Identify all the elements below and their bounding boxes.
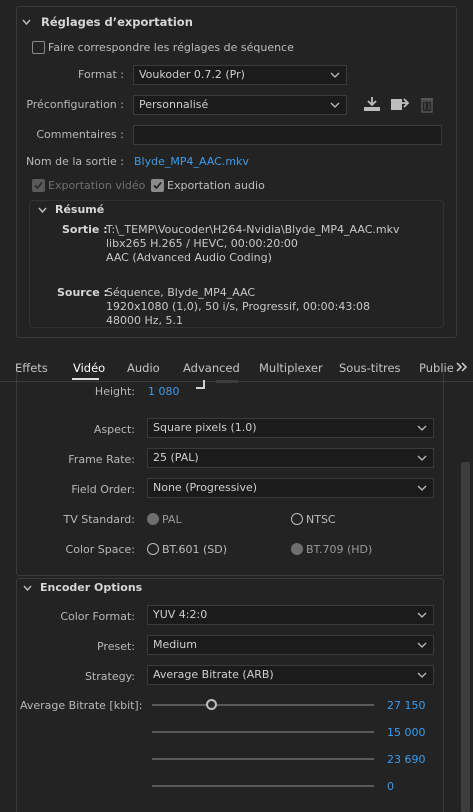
strategy-label: Strategy:	[84, 670, 135, 683]
frame-rate-label: Frame Rate:	[68, 453, 135, 466]
color-space-label: Color Space:	[65, 543, 135, 556]
export-video-label: Exportation vidéo	[48, 179, 146, 192]
summary-output-label: Sortie :	[62, 223, 108, 236]
save-preset-icon[interactable]	[363, 96, 381, 112]
chevron-down-icon	[417, 642, 427, 648]
summary-title[interactable]: Résumé	[55, 203, 104, 216]
encoder-options-title[interactable]: Encoder Options	[40, 581, 142, 594]
bitrate-slider-3[interactable]	[152, 758, 374, 760]
cs-601-radio[interactable]	[147, 543, 159, 555]
strategy-value: Average Bitrate (ARB)	[153, 668, 274, 681]
chevron-down-icon	[330, 72, 340, 78]
summary-output-line: AAC (Advanced Audio Coding)	[106, 251, 272, 264]
export-audio-checkbox[interactable]	[151, 179, 164, 192]
bitrate-slider-2-value[interactable]: 15 000	[387, 726, 426, 739]
comments-field[interactable]	[133, 125, 442, 145]
summary-source-line: Séquence, Blyde_MP4_AAC	[106, 286, 256, 299]
cs-709-radio[interactable]	[291, 543, 303, 555]
tv-pal-radio[interactable]	[147, 513, 159, 525]
output-name-link[interactable]: Blyde_MP4_AAC.mkv	[134, 155, 249, 168]
output-name-label: Nom de la sortie :	[25, 155, 124, 168]
bitrate-slider-2[interactable]	[152, 731, 374, 733]
avg-bitrate-slider-thumb[interactable]	[206, 699, 217, 710]
avg-bitrate-label: Average Bitrate [kbit]:	[20, 699, 143, 712]
height-label: Height:	[94, 385, 135, 398]
field-order-value: None (Progressive)	[153, 481, 258, 494]
summary-source-line: 48000 Hz, 5.1	[106, 314, 184, 327]
height-value[interactable]: 1 080	[148, 385, 180, 398]
preset-label: Préconfiguration :	[26, 98, 124, 111]
color-format-dropdown[interactable]: YUV 4:2:0	[147, 605, 434, 625]
encoder-preset-value: Medium	[153, 638, 197, 651]
chevron-down-icon[interactable]	[22, 18, 31, 27]
match-sequence-label[interactable]: Faire correspondre les réglages de séque…	[48, 41, 294, 54]
aspect-label: Aspect:	[93, 423, 135, 436]
scrollbar-thumb[interactable]	[461, 462, 470, 812]
cs-709-label[interactable]: BT.709 (HD)	[306, 543, 372, 556]
aspect-dropdown[interactable]: Square pixels (1.0)	[147, 418, 434, 438]
aspect-value: Square pixels (1.0)	[153, 421, 257, 434]
chevron-down-icon	[417, 455, 427, 461]
avg-bitrate-value[interactable]: 27 150	[387, 699, 426, 712]
cs-601-label[interactable]: BT.601 (SD)	[162, 543, 227, 556]
format-dropdown[interactable]: Voukoder 0.7.2 (Pr)	[133, 65, 347, 85]
chevron-down-icon	[417, 672, 427, 678]
match-sequence-checkbox[interactable]	[32, 41, 45, 54]
tv-ntsc-radio[interactable]	[291, 513, 303, 525]
link-bracket-icon	[196, 380, 205, 389]
preset-value: Personnalisé	[139, 98, 209, 111]
preset-dropdown[interactable]: Personnalisé	[133, 95, 347, 115]
encoder-preset-dropdown[interactable]: Medium	[147, 635, 434, 655]
frame-rate-value: 25 (PAL)	[153, 451, 199, 464]
summary-output-line: libx265 H.265 / HEVC, 00:00:20:00	[106, 237, 298, 250]
avg-bitrate-slider[interactable]	[152, 704, 374, 706]
export-settings-title[interactable]: Réglages d’exportation	[41, 15, 193, 29]
export-video-checkbox[interactable]	[32, 179, 45, 192]
format-label: Format :	[78, 68, 124, 81]
color-format-value: YUV 4:2:0	[153, 608, 208, 621]
partial-control	[216, 380, 238, 383]
bitrate-slider-4-value[interactable]: 0	[387, 780, 394, 793]
tv-ntsc-label[interactable]: NTSC	[306, 513, 336, 526]
check-icon	[153, 181, 162, 190]
color-format-label: Color Format:	[60, 610, 135, 623]
comments-label: Commentaires :	[36, 128, 124, 141]
bitrate-slider-3-value[interactable]: 23 690	[387, 753, 426, 766]
more-tabs-icon[interactable]	[456, 362, 468, 372]
summary-source-line: 1920x1080 (1,0), 50 i/s, Progressif, 00:…	[106, 300, 371, 313]
import-preset-icon[interactable]	[390, 96, 410, 112]
chevron-down-icon	[417, 485, 427, 491]
tv-standard-label: TV Standard:	[63, 513, 136, 526]
strategy-dropdown[interactable]: Average Bitrate (ARB)	[147, 665, 434, 685]
summary-output-line: T:\_TEMP\Voucoder\H264-Nvidia\Blyde_MP4_…	[106, 223, 400, 236]
chevron-down-icon	[417, 425, 427, 431]
chevron-down-icon	[330, 102, 340, 108]
format-value: Voukoder 0.7.2 (Pr)	[139, 68, 245, 81]
trash-icon[interactable]	[420, 96, 434, 113]
field-order-dropdown[interactable]: None (Progressive)	[147, 478, 434, 498]
field-order-label: Field Order:	[71, 483, 135, 496]
chevron-down-icon	[417, 612, 427, 618]
tv-pal-label[interactable]: PAL	[162, 513, 182, 526]
export-audio-label[interactable]: Exportation audio	[167, 179, 265, 192]
chevron-down-icon[interactable]	[23, 584, 32, 593]
bitrate-slider-4[interactable]	[152, 785, 374, 787]
check-icon	[34, 181, 43, 190]
chevron-down-icon[interactable]	[38, 206, 47, 215]
summary-source-label: Source :	[57, 286, 108, 299]
encoder-preset-label: Preset:	[96, 640, 135, 653]
frame-rate-dropdown[interactable]: 25 (PAL)	[147, 448, 434, 468]
